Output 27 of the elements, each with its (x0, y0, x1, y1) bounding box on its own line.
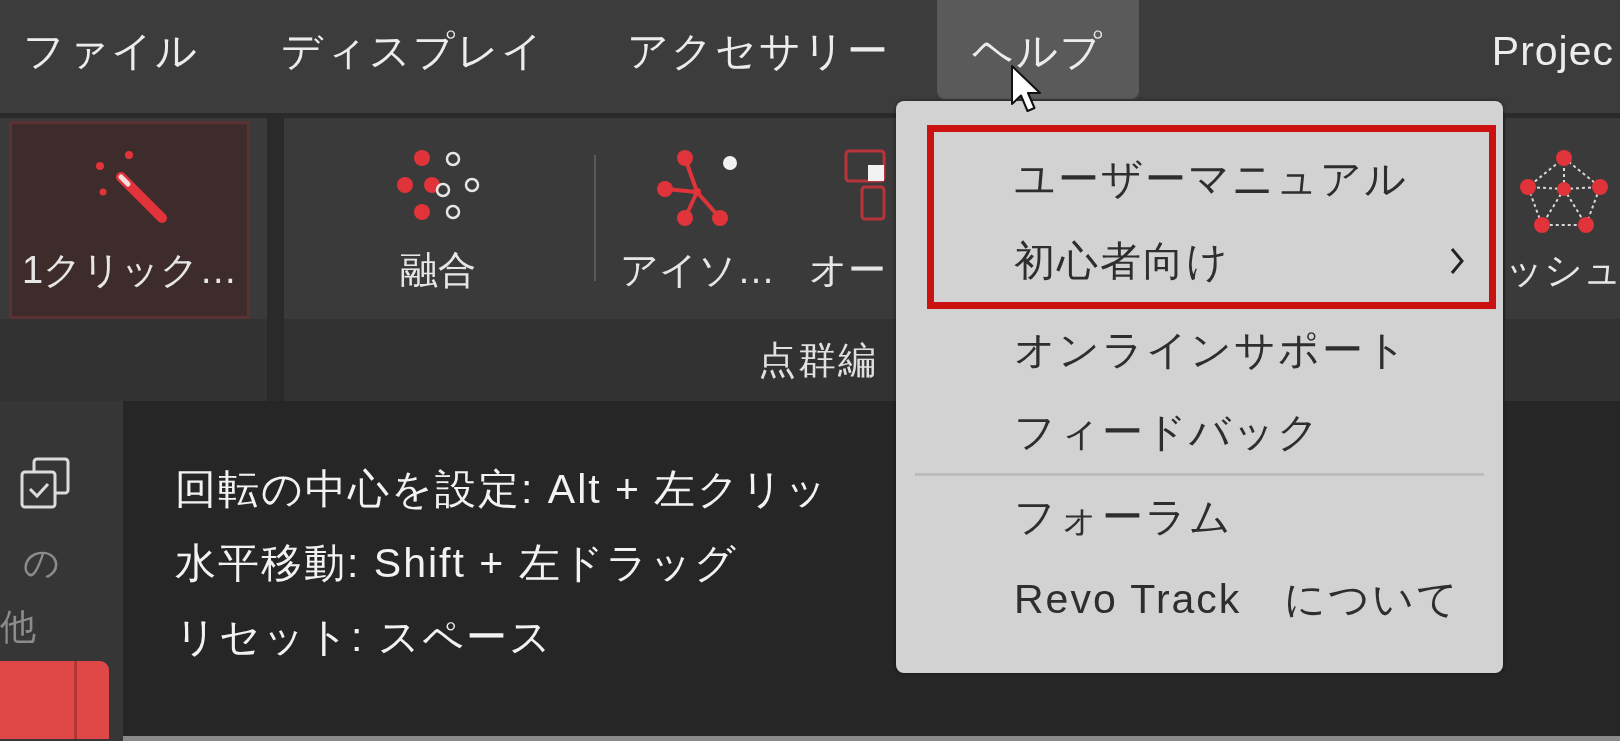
dot-cluster-icon (396, 149, 480, 221)
squares-icon (844, 149, 886, 221)
menu-item[interactable]: オンラインサポート (896, 309, 1503, 391)
tool-button[interactable]: 融合 (386, 121, 490, 319)
shortcut-hint: リセット: スペース (175, 613, 553, 662)
shortcut-hint: 水平移動: Shift + 左ドラッグ (175, 539, 738, 588)
pentagon-mesh-icon (1518, 149, 1609, 234)
tool-button[interactable]: 1クリック… (9, 121, 251, 319)
menu-bar-item[interactable]: ディスプレイ (246, 0, 580, 99)
menu-item[interactable]: Revo Track について (896, 558, 1503, 640)
sidebar-label: の (23, 541, 60, 585)
menu-item[interactable]: フィードバック (896, 391, 1503, 473)
menu-item[interactable]: 初心者向け (934, 220, 1489, 302)
tool-button[interactable]: オー (799, 121, 896, 319)
node-graph-icon (655, 149, 740, 227)
sidebar-button[interactable] (0, 661, 109, 739)
shortcut-hint: 回転の中心を設定: Alt + 左クリッ (175, 465, 830, 514)
menu-bar-item[interactable]: ヘルプ (937, 0, 1139, 99)
stacked-checkbox-icon (20, 457, 70, 509)
menu-item[interactable]: ユーザーマニュアル (934, 138, 1489, 220)
project-label: Projec (1491, 27, 1615, 76)
menu-bar-item[interactable]: アクセサリー (592, 0, 925, 99)
menu-item[interactable]: フォーラム (896, 476, 1503, 558)
menu-bar-item[interactable]: ファイル (0, 0, 234, 99)
tool-button[interactable]: アイソ… (610, 121, 785, 319)
group-label: 点群編 (758, 337, 878, 383)
sidebar-label: 他 (0, 605, 36, 649)
